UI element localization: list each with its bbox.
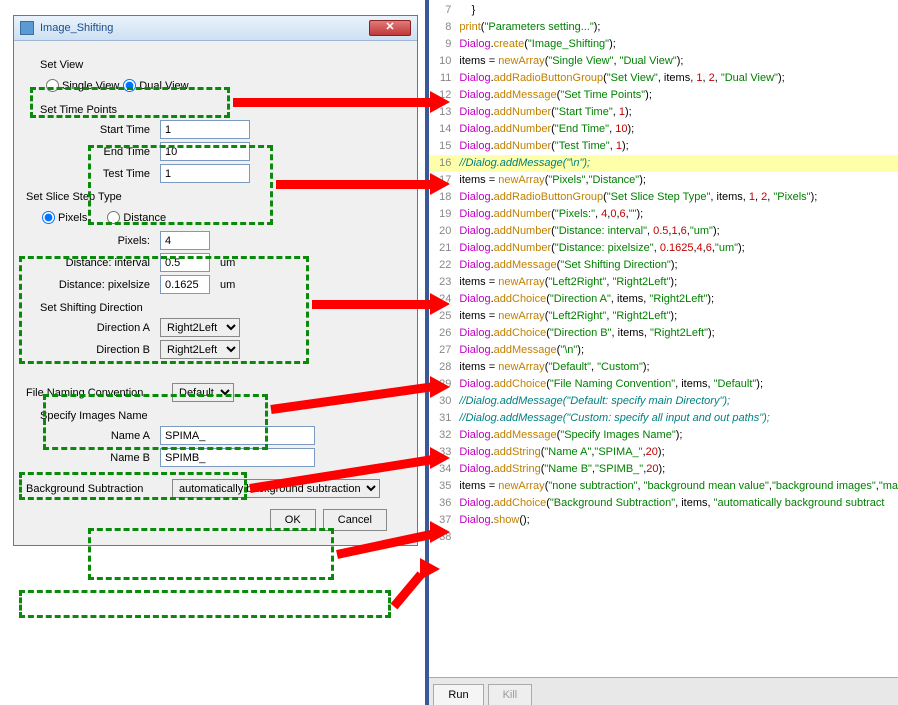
- code-line-7[interactable]: 7 }: [429, 2, 898, 19]
- line-number: 36: [429, 495, 459, 512]
- ok-button[interactable]: OK: [270, 509, 316, 531]
- distance-radio[interactable]: Distance: [107, 211, 166, 224]
- line-number: 31: [429, 410, 459, 427]
- code-line-33[interactable]: 33Dialog.addString("Name A","SPIMA_",20)…: [429, 444, 898, 461]
- code-line-26[interactable]: 26Dialog.addChoice("Direction B", items,…: [429, 325, 898, 342]
- distance-pixelsize-input[interactable]: [160, 275, 210, 294]
- highlight-bg-sub: [19, 590, 391, 618]
- dialog-titlebar[interactable]: Image_Shifting ✕: [14, 16, 417, 41]
- test-time-label: Test Time: [34, 168, 154, 180]
- code-line-11[interactable]: 11Dialog.addRadioButtonGroup("Set View",…: [429, 70, 898, 87]
- code-editor[interactable]: 7 }8print("Parameters setting...");9Dial…: [429, 0, 898, 677]
- code-line-35[interactable]: 35items = newArray("none subtraction", "…: [429, 478, 898, 495]
- end-time-input[interactable]: [160, 142, 250, 161]
- code-line-25[interactable]: 25items = newArray("Left2Right", "Right2…: [429, 308, 898, 325]
- direction-a-label: Direction A: [34, 322, 154, 334]
- line-number: 28: [429, 359, 459, 376]
- line-number: 14: [429, 121, 459, 138]
- set-view-label: Set View: [40, 59, 397, 71]
- line-number: 22: [429, 257, 459, 274]
- bg-sub-label: Background Subtraction: [26, 483, 166, 495]
- direction-b-label: Direction B: [34, 344, 154, 356]
- name-b-input[interactable]: [160, 448, 315, 467]
- line-number: 20: [429, 223, 459, 240]
- kill-tab[interactable]: Kill: [488, 684, 533, 705]
- cancel-button[interactable]: Cancel: [323, 509, 387, 531]
- direction-a-select[interactable]: Right2Left: [160, 318, 240, 337]
- code-line-36[interactable]: 36Dialog.addChoice("Background Subtracti…: [429, 495, 898, 512]
- line-number: 35: [429, 478, 459, 495]
- dialog-icon: [20, 21, 34, 35]
- code-line-9[interactable]: 9Dialog.create("Image_Shifting");: [429, 36, 898, 53]
- code-line-17[interactable]: 17items = newArray("Pixels","Distance");: [429, 172, 898, 189]
- code-line-29[interactable]: 29Dialog.addChoice("File Naming Conventi…: [429, 376, 898, 393]
- line-number: 32: [429, 427, 459, 444]
- single-view-radio[interactable]: Single View: [46, 79, 119, 92]
- line-number: 21: [429, 240, 459, 257]
- close-button[interactable]: ✕: [369, 20, 411, 36]
- pixels-radio[interactable]: Pixels: [42, 211, 87, 224]
- file-naming-label: File Naming Convention: [26, 387, 166, 399]
- code-line-15[interactable]: 15Dialog.addNumber("Test Time", 1);: [429, 138, 898, 155]
- distance-interval-input[interactable]: [160, 253, 210, 272]
- distance-interval-label: Distance: interval: [34, 257, 154, 269]
- slice-step-label: Set Slice Step Type: [26, 191, 397, 203]
- name-a-label: Name A: [34, 430, 154, 442]
- name-b-label: Name B: [34, 452, 154, 464]
- line-number: 16: [429, 155, 459, 172]
- code-line-21[interactable]: 21Dialog.addNumber("Distance: pixelsize"…: [429, 240, 898, 257]
- code-line-31[interactable]: 31//Dialog.addMessage("Custom: specify a…: [429, 410, 898, 427]
- code-line-10[interactable]: 10items = newArray("Single View", "Dual …: [429, 53, 898, 70]
- code-line-32[interactable]: 32Dialog.addMessage("Specify Images Name…: [429, 427, 898, 444]
- code-line-19[interactable]: 19Dialog.addNumber("Pixels:", 4,0,6,"");: [429, 206, 898, 223]
- pixelsize-unit: um: [220, 279, 235, 291]
- line-number: 27: [429, 342, 459, 359]
- code-line-13[interactable]: 13Dialog.addNumber("Start Time", 1);: [429, 104, 898, 121]
- code-line-24[interactable]: 24Dialog.addChoice("Direction A", items,…: [429, 291, 898, 308]
- name-a-input[interactable]: [160, 426, 315, 445]
- code-line-18[interactable]: 18Dialog.addRadioButtonGroup("Set Slice …: [429, 189, 898, 206]
- line-number: 9: [429, 36, 459, 53]
- direction-b-select[interactable]: Right2Left: [160, 340, 240, 359]
- interval-unit: um: [220, 257, 235, 269]
- run-tab[interactable]: Run: [433, 684, 483, 705]
- line-number: 15: [429, 138, 459, 155]
- line-number: 7: [429, 2, 459, 19]
- code-line-38[interactable]: 38: [429, 529, 898, 546]
- start-time-input[interactable]: [160, 120, 250, 139]
- code-line-14[interactable]: 14Dialog.addNumber("End Time", 10);: [429, 121, 898, 138]
- bottom-bar: Run Kill: [429, 677, 898, 705]
- line-number: 10: [429, 53, 459, 70]
- images-name-label: Specify Images Name: [40, 410, 397, 422]
- code-line-37[interactable]: 37Dialog.show();: [429, 512, 898, 529]
- code-line-30[interactable]: 30//Dialog.addMessage("Default: specify …: [429, 393, 898, 410]
- code-line-34[interactable]: 34Dialog.addString("Name B","SPIMB_",20)…: [429, 461, 898, 478]
- start-time-label: Start Time: [34, 124, 154, 136]
- code-line-8[interactable]: 8print("Parameters setting...");: [429, 19, 898, 36]
- line-number: 11: [429, 70, 459, 87]
- line-number: 19: [429, 206, 459, 223]
- line-number: 23: [429, 274, 459, 291]
- line-number: 8: [429, 19, 459, 36]
- code-line-22[interactable]: 22Dialog.addMessage("Set Shifting Direct…: [429, 257, 898, 274]
- dialog-title: Image_Shifting: [40, 22, 369, 34]
- pixels-input[interactable]: [160, 231, 210, 250]
- test-time-input[interactable]: [160, 164, 250, 183]
- code-line-23[interactable]: 23items = newArray("Left2Right", "Right2…: [429, 274, 898, 291]
- file-naming-select[interactable]: Default: [172, 383, 234, 402]
- dual-view-radio[interactable]: Dual View: [123, 79, 188, 92]
- slice-step-group: Pixels Distance: [34, 207, 397, 228]
- line-number: 26: [429, 325, 459, 342]
- pixels-field-label: Pixels:: [34, 235, 154, 247]
- end-time-label: End Time: [34, 146, 154, 158]
- code-line-27[interactable]: 27Dialog.addMessage("\n");: [429, 342, 898, 359]
- distance-pixelsize-label: Distance: pixelsize: [34, 279, 154, 291]
- code-line-28[interactable]: 28items = newArray("Default", "Custom");: [429, 359, 898, 376]
- set-view-group: Single View Dual View: [38, 75, 397, 96]
- code-line-20[interactable]: 20Dialog.addNumber("Distance: interval",…: [429, 223, 898, 240]
- code-line-16[interactable]: 16//Dialog.addMessage("\n");: [429, 155, 898, 172]
- code-line-12[interactable]: 12Dialog.addMessage("Set Time Points");: [429, 87, 898, 104]
